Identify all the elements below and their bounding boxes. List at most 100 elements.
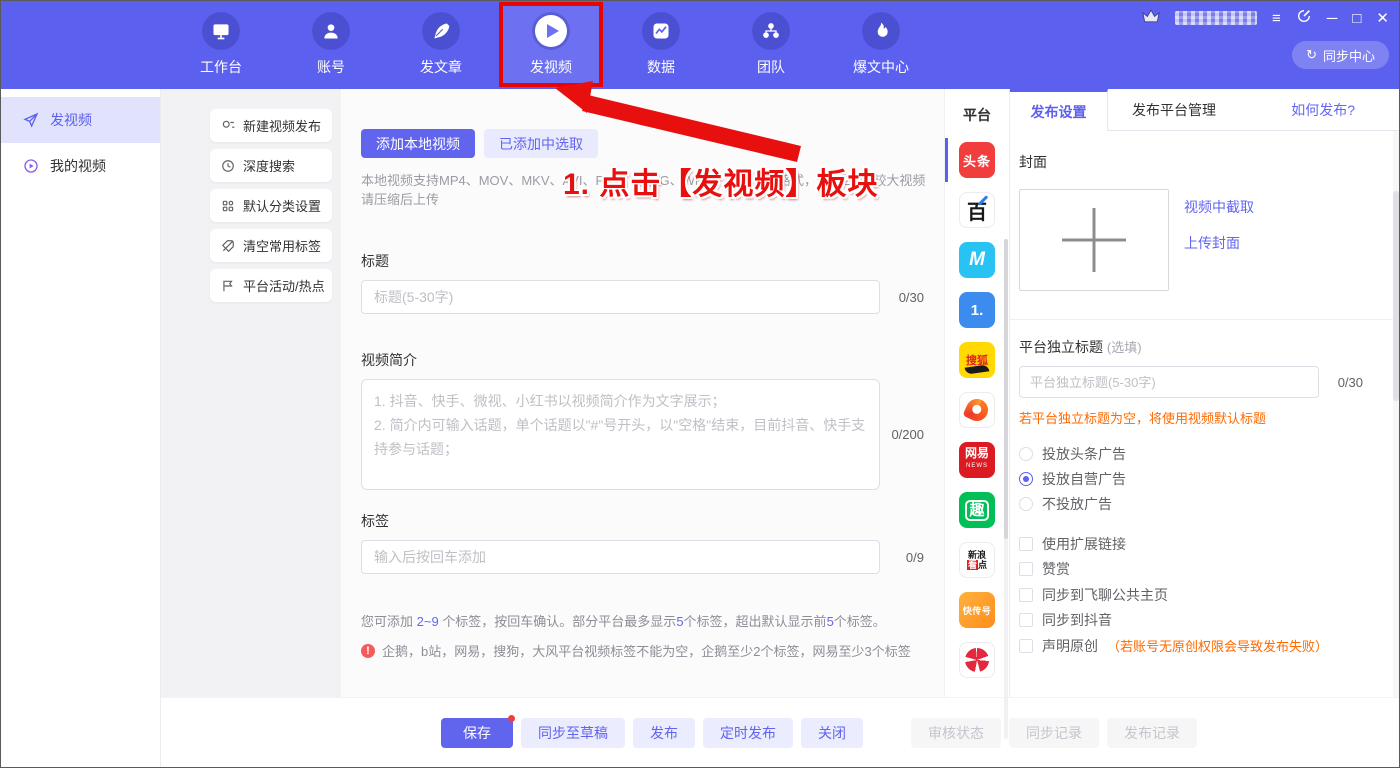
independent-title-input[interactable] bbox=[1019, 366, 1319, 398]
settings-scrollbar[interactable] bbox=[1393, 131, 1399, 697]
platform-column: 平台 头条 百 M 1. 搜狐 网易NEWS 趣 新浪看点 快传号 bbox=[944, 89, 1009, 697]
tags-counter: 0/9 bbox=[880, 550, 924, 565]
sync-to-draft-button[interactable]: 同步至草稿 bbox=[521, 718, 625, 748]
maximize-icon[interactable]: □ bbox=[1352, 11, 1361, 26]
description-textarea[interactable] bbox=[361, 379, 880, 490]
platform-dayu[interactable]: M bbox=[945, 235, 1009, 285]
tags-input[interactable] bbox=[361, 540, 880, 574]
scheduled-publish-button[interactable]: 定时发布 bbox=[703, 718, 793, 748]
sina-kandian-icon: 新浪看点 bbox=[959, 542, 995, 578]
how-to-publish-link[interactable]: 如何发布? bbox=[1291, 100, 1399, 120]
cover-upload-box[interactable] bbox=[1019, 189, 1169, 291]
platform-orange-fish[interactable] bbox=[945, 385, 1009, 435]
checkbox-icon bbox=[1019, 639, 1033, 653]
nav-item-hot-center[interactable]: 爆文中心 bbox=[829, 2, 933, 87]
default-category-settings-button[interactable]: 默认分类设置 bbox=[210, 189, 332, 222]
sync-center-button[interactable]: ↻ 同步中心 bbox=[1292, 41, 1389, 69]
checkbox-declare-original[interactable]: 声明原创 （若账号无原创权限会导致发布失败） bbox=[1019, 633, 1363, 659]
flame-icon bbox=[862, 12, 900, 50]
account-icon bbox=[312, 12, 350, 50]
minimize-icon[interactable]: ─ bbox=[1327, 11, 1338, 26]
platform-scrollbar[interactable] bbox=[1004, 239, 1008, 739]
upload-cover-link[interactable]: 上传封面 bbox=[1184, 233, 1254, 253]
sync-center-label: 同步中心 bbox=[1323, 46, 1375, 65]
kuaichuanhao-icon: 快传号 bbox=[959, 592, 995, 628]
checkbox-extended-link[interactable]: 使用扩展链接 bbox=[1019, 531, 1363, 557]
platform-baijiahao[interactable]: 百 bbox=[945, 185, 1009, 235]
checkbox-sync-douyin[interactable]: 同步到抖音 bbox=[1019, 608, 1363, 634]
save-button[interactable]: 保存 bbox=[441, 718, 513, 748]
checkbox-label: 同步到抖音 bbox=[1042, 610, 1112, 630]
edit-compose-icon[interactable] bbox=[1296, 8, 1312, 29]
checkbox-label: 同步到飞聊公共主页 bbox=[1042, 585, 1168, 605]
add-local-video-button[interactable]: 添加本地视频 bbox=[361, 129, 475, 158]
vip-crown-icon bbox=[1142, 9, 1160, 28]
radio-self-ads[interactable]: 投放自营广告 bbox=[1019, 466, 1363, 491]
sidebar-item-my-videos[interactable]: 我的视频 bbox=[1, 143, 160, 189]
title-input[interactable] bbox=[361, 280, 880, 314]
tab-publish-settings[interactable]: 发布设置 bbox=[1010, 89, 1108, 131]
tag-warning: ! 企鹅，b站，网易，搜狗，大风平台视频标签不能为空，企鹅至少2个标签，网易至少… bbox=[361, 641, 924, 660]
baijiahao-icon: 百 bbox=[959, 192, 995, 228]
nav-item-label: 数据 bbox=[647, 57, 675, 77]
tool-button-label: 新建视频发布 bbox=[243, 116, 321, 135]
platform-kuaichuanhao[interactable]: 快传号 bbox=[945, 585, 1009, 635]
nav-item-workbench[interactable]: 工作台 bbox=[169, 2, 273, 87]
checkbox-reward[interactable]: 赞赏 bbox=[1019, 557, 1363, 583]
clear-common-tags-button[interactable]: 清空常用标签 bbox=[210, 229, 332, 262]
deep-search-button[interactable]: 深度搜索 bbox=[210, 149, 332, 182]
close-button[interactable]: 关闭 bbox=[801, 718, 863, 748]
nav-item-team[interactable]: 团队 bbox=[719, 2, 823, 87]
nav-item-publish-video[interactable]: 发视频 bbox=[499, 2, 603, 87]
tab-platform-management[interactable]: 发布平台管理 bbox=[1108, 89, 1240, 130]
video-format-hint: 本地视频支持MP4、MOV、MKV、AVI、FLV、MPEG、WMV、RMVB等… bbox=[361, 171, 933, 209]
checkbox-sync-feiliao[interactable]: 同步到飞聊公共主页 bbox=[1019, 582, 1363, 608]
workbench-icon bbox=[202, 12, 240, 50]
platform-wangyi[interactable]: 网易NEWS bbox=[945, 435, 1009, 485]
radio-toutiao-ads[interactable]: 投放头条广告 bbox=[1019, 441, 1363, 466]
new-video-publish-button[interactable]: 新建视频发布 bbox=[210, 109, 332, 142]
independent-title-counter: 0/30 bbox=[1319, 375, 1363, 390]
publish-button[interactable]: 发布 bbox=[633, 718, 695, 748]
phoenix-icon bbox=[959, 642, 995, 678]
sync-records-button: 同步记录 bbox=[1009, 718, 1099, 748]
checkbox-label: 使用扩展链接 bbox=[1042, 534, 1126, 554]
toutiao-icon: 头条 bbox=[959, 142, 995, 178]
platform-toutiao[interactable]: 头条 bbox=[945, 135, 1009, 185]
platform-yidianzixun[interactable]: 1. bbox=[945, 285, 1009, 335]
tags-label: 标签 bbox=[361, 511, 924, 531]
platform-header: 平台 bbox=[945, 105, 1009, 125]
ad-options-group: 投放头条广告 投放自营广告 不投放广告 bbox=[1019, 441, 1363, 516]
platform-activity-hotspot-button[interactable]: 平台活动/热点 bbox=[210, 269, 332, 302]
compass-clock-icon bbox=[221, 159, 235, 173]
tool-button-label: 深度搜索 bbox=[243, 156, 295, 175]
sync-refresh-icon: ↻ bbox=[1306, 47, 1317, 63]
checkbox-icon bbox=[1019, 613, 1033, 627]
user-add-icon bbox=[221, 119, 235, 133]
hamburger-menu-icon[interactable]: ≡ bbox=[1272, 11, 1281, 26]
username-masked bbox=[1175, 11, 1257, 25]
sidebar-item-publish-video[interactable]: 发视频 bbox=[1, 97, 160, 143]
team-org-icon bbox=[752, 12, 790, 50]
platform-sohu[interactable]: 搜狐 bbox=[945, 335, 1009, 385]
radio-no-ads[interactable]: 不投放广告 bbox=[1019, 491, 1363, 516]
checkbox-icon bbox=[1019, 588, 1033, 602]
chart-icon bbox=[642, 12, 680, 50]
settings-tabbar: 发布设置 发布平台管理 如何发布? bbox=[1010, 89, 1399, 131]
radio-label: 不投放广告 bbox=[1042, 494, 1112, 514]
capture-from-video-link[interactable]: 视频中截取 bbox=[1184, 197, 1254, 217]
save-red-dot-badge bbox=[508, 715, 515, 722]
original-warning-note: （若账号无原创权限会导致发布失败） bbox=[1107, 636, 1328, 655]
platform-qutoutiao[interactable]: 趣 bbox=[945, 485, 1009, 535]
independent-title-label: 平台独立标题 (选填) bbox=[1019, 337, 1363, 357]
tool-button-label: 平台活动/热点 bbox=[243, 276, 325, 295]
sohu-icon: 搜狐 bbox=[959, 342, 995, 378]
platform-sina-kandian[interactable]: 新浪看点 bbox=[945, 535, 1009, 585]
sidebar-item-label: 我的视频 bbox=[50, 156, 106, 176]
nav-item-account[interactable]: 账号 bbox=[279, 2, 383, 87]
nav-item-data[interactable]: 数据 bbox=[609, 2, 713, 87]
pick-from-added-button[interactable]: 已添加中选取 bbox=[484, 129, 598, 158]
nav-item-publish-article[interactable]: 发文章 bbox=[389, 2, 493, 87]
close-icon[interactable]: ✕ bbox=[1376, 11, 1389, 26]
platform-fenghuang[interactable] bbox=[945, 635, 1009, 685]
